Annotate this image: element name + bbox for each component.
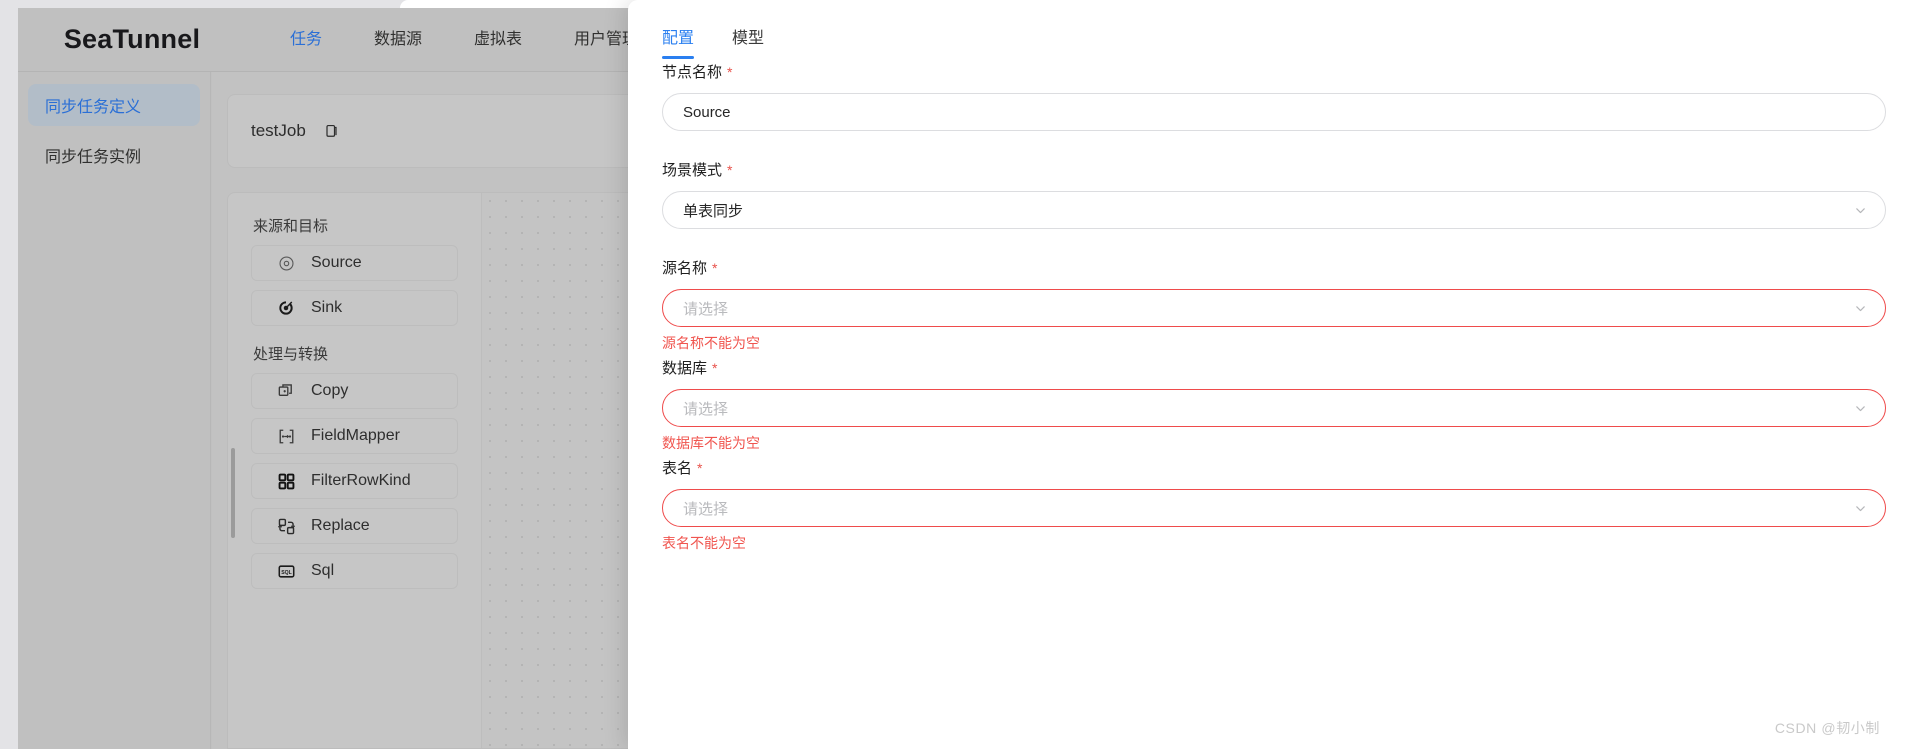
sink-target-icon	[275, 297, 297, 319]
nav-item-datasource[interactable]: 数据源	[348, 8, 448, 72]
chevron-down-icon	[1853, 301, 1867, 315]
screen-root: SeaTunnel 任务 数据源 虚拟表 用户管理 同步任务定义 同步任务实例 …	[0, 0, 1920, 749]
watermark: CSDN @韧小制	[1774, 720, 1880, 736]
required-marker: *	[727, 162, 733, 178]
palette-group-title-transform: 处理与转换	[253, 346, 329, 363]
node-config-drawer: 配置 模型 节点名称 * Source 场景模式 * 单表同步 源名称 * 请选…	[628, 0, 1920, 749]
sidebar-item-label: 同步任务定义	[45, 99, 142, 116]
node-name-input[interactable]: Source	[662, 93, 1886, 131]
job-name: testJob	[251, 121, 306, 140]
palette-item-replace[interactable]: Replace	[251, 508, 458, 544]
table-name-error: 表名不能为空	[662, 535, 746, 551]
top-navigation: 任务 数据源 虚拟表 用户管理	[264, 8, 664, 72]
palette-item-label: Sink	[311, 299, 343, 316]
palette-item-sql[interactable]: SQL Sql	[251, 553, 458, 589]
svg-text:SQL: SQL	[281, 569, 292, 575]
scene-mode-value: 单表同步	[683, 202, 744, 220]
palette-item-source[interactable]: Source	[251, 245, 458, 281]
label-text: 场景模式	[662, 162, 723, 179]
database-select[interactable]: 请选择	[662, 389, 1886, 427]
tab-config[interactable]: 配置	[662, 24, 695, 59]
label-text: 表名	[662, 460, 693, 477]
palette-item-label: Sql	[311, 562, 335, 579]
required-marker: *	[697, 460, 703, 476]
palette-item-label: FilterRowKind	[311, 472, 411, 489]
palette-item-label: Replace	[311, 517, 370, 534]
node-palette: 来源和目标 Source Sink 处理与转换 Copy FieldMapper…	[228, 193, 481, 748]
field-source-name: 源名称 * 请选择 源名称不能为空	[662, 257, 1886, 353]
required-marker: *	[712, 360, 718, 376]
target-circle-icon	[275, 252, 297, 274]
field-scene-mode: 场景模式 * 单表同步	[662, 159, 1886, 229]
grid-four-icon	[275, 470, 297, 492]
field-label-database: 数据库 *	[662, 357, 1886, 378]
chevron-down-icon	[1853, 203, 1867, 217]
palette-group-title-source-target: 来源和目标	[253, 218, 329, 235]
copy-icon[interactable]	[324, 123, 339, 139]
label-text: 源名称	[662, 260, 708, 277]
database-error: 数据库不能为空	[662, 435, 760, 451]
field-database: 数据库 * 请选择 数据库不能为空	[662, 357, 1886, 453]
source-name-error: 源名称不能为空	[662, 335, 760, 351]
tab-model[interactable]: 模型	[732, 24, 764, 59]
nav-item-virtual-table[interactable]: 虚拟表	[448, 8, 548, 72]
sidebar-item-job-definition[interactable]: 同步任务定义	[28, 84, 200, 126]
table-name-placeholder: 请选择	[683, 500, 729, 518]
label-text: 节点名称	[662, 64, 723, 81]
left-sidebar: 同步任务定义 同步任务实例	[18, 72, 211, 749]
required-marker: *	[727, 64, 733, 80]
palette-item-filterrowkind[interactable]: FilterRowKind	[251, 463, 458, 499]
required-marker: *	[712, 260, 718, 276]
palette-item-label: FieldMapper	[311, 427, 400, 444]
palette-item-label: Copy	[311, 382, 349, 399]
label-text: 数据库	[662, 360, 708, 377]
field-mapper-icon	[275, 425, 297, 447]
palette-scrollbar[interactable]	[231, 448, 235, 538]
table-name-select[interactable]: 请选择	[662, 489, 1886, 527]
copy-square-icon	[275, 380, 297, 402]
field-label-source-name: 源名称 *	[662, 257, 1886, 278]
field-table-name: 表名 * 请选择 表名不能为空	[662, 457, 1886, 553]
field-label-scene-mode: 场景模式 *	[662, 159, 1886, 180]
node-name-value: Source	[683, 103, 731, 121]
palette-item-copy[interactable]: Copy	[251, 373, 458, 409]
field-node-name: 节点名称 * Source	[662, 61, 1886, 131]
app-brand-logo: SeaTunnel	[63, 24, 201, 54]
palette-item-label: Source	[311, 254, 362, 271]
database-placeholder: 请选择	[683, 400, 729, 418]
sidebar-item-job-instance[interactable]: 同步任务实例	[28, 134, 200, 176]
sql-icon: SQL	[275, 560, 297, 582]
chevron-down-icon	[1853, 501, 1867, 515]
sidebar-item-label: 同步任务实例	[45, 149, 142, 166]
source-name-placeholder: 请选择	[683, 300, 729, 318]
field-label-table-name: 表名 *	[662, 457, 1886, 478]
drawer-tabs: 配置 模型	[662, 0, 1886, 59]
source-name-select[interactable]: 请选择	[662, 289, 1886, 327]
nav-item-tasks[interactable]: 任务	[264, 8, 348, 72]
palette-item-fieldmapper[interactable]: FieldMapper	[251, 418, 458, 454]
replace-icon	[275, 515, 297, 537]
node-config-form: 节点名称 * Source 场景模式 * 单表同步 源名称 * 请选择 源名称不…	[662, 58, 1886, 553]
field-label-node-name: 节点名称 *	[662, 61, 1886, 82]
chevron-down-icon	[1853, 401, 1867, 415]
palette-item-sink[interactable]: Sink	[251, 290, 458, 326]
scene-mode-select[interactable]: 单表同步	[662, 191, 1886, 229]
